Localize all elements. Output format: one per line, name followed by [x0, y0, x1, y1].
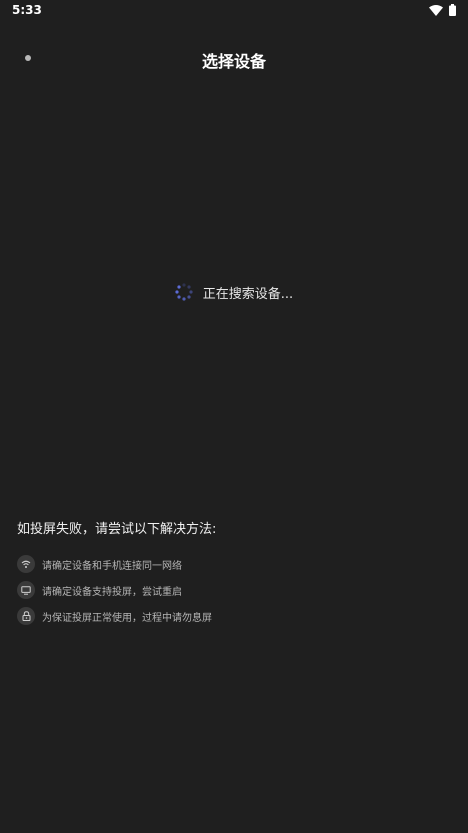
- status-time: 5:33: [12, 3, 42, 17]
- tip-item: 为保证投屏正常使用，过程中请勿息屏: [17, 607, 447, 625]
- loading-spinner-icon: [175, 283, 193, 301]
- status-bar: 5:33: [0, 0, 468, 22]
- header: 选择设备: [0, 40, 468, 78]
- lock-icon: [17, 607, 35, 625]
- status-icons: [429, 4, 456, 16]
- battery-icon: [449, 4, 456, 16]
- wifi-icon: [429, 4, 443, 16]
- troubleshooting-tips: 如投屏失败，请尝试以下解决方法: 请确定设备和手机连接同一网络 请确定设备支持投…: [17, 518, 447, 633]
- tip-text: 为保证投屏正常使用，过程中请勿息屏: [42, 612, 212, 624]
- tv-icon: [17, 581, 35, 599]
- tip-text: 请确定设备支持投屏，尝试重启: [42, 586, 182, 598]
- wifi-icon: [17, 555, 35, 573]
- tips-heading: 如投屏失败，请尝试以下解决方法:: [17, 522, 217, 537]
- tip-item: 请确定设备和手机连接同一网络: [17, 555, 447, 573]
- tip-text: 请确定设备和手机连接同一网络: [42, 560, 182, 572]
- page-title: 选择设备: [201, 52, 266, 71]
- tip-item: 请确定设备支持投屏，尝试重启: [17, 581, 447, 599]
- search-status-text: 正在搜索设备...: [202, 286, 294, 302]
- search-status: 正在搜索设备...: [0, 280, 468, 304]
